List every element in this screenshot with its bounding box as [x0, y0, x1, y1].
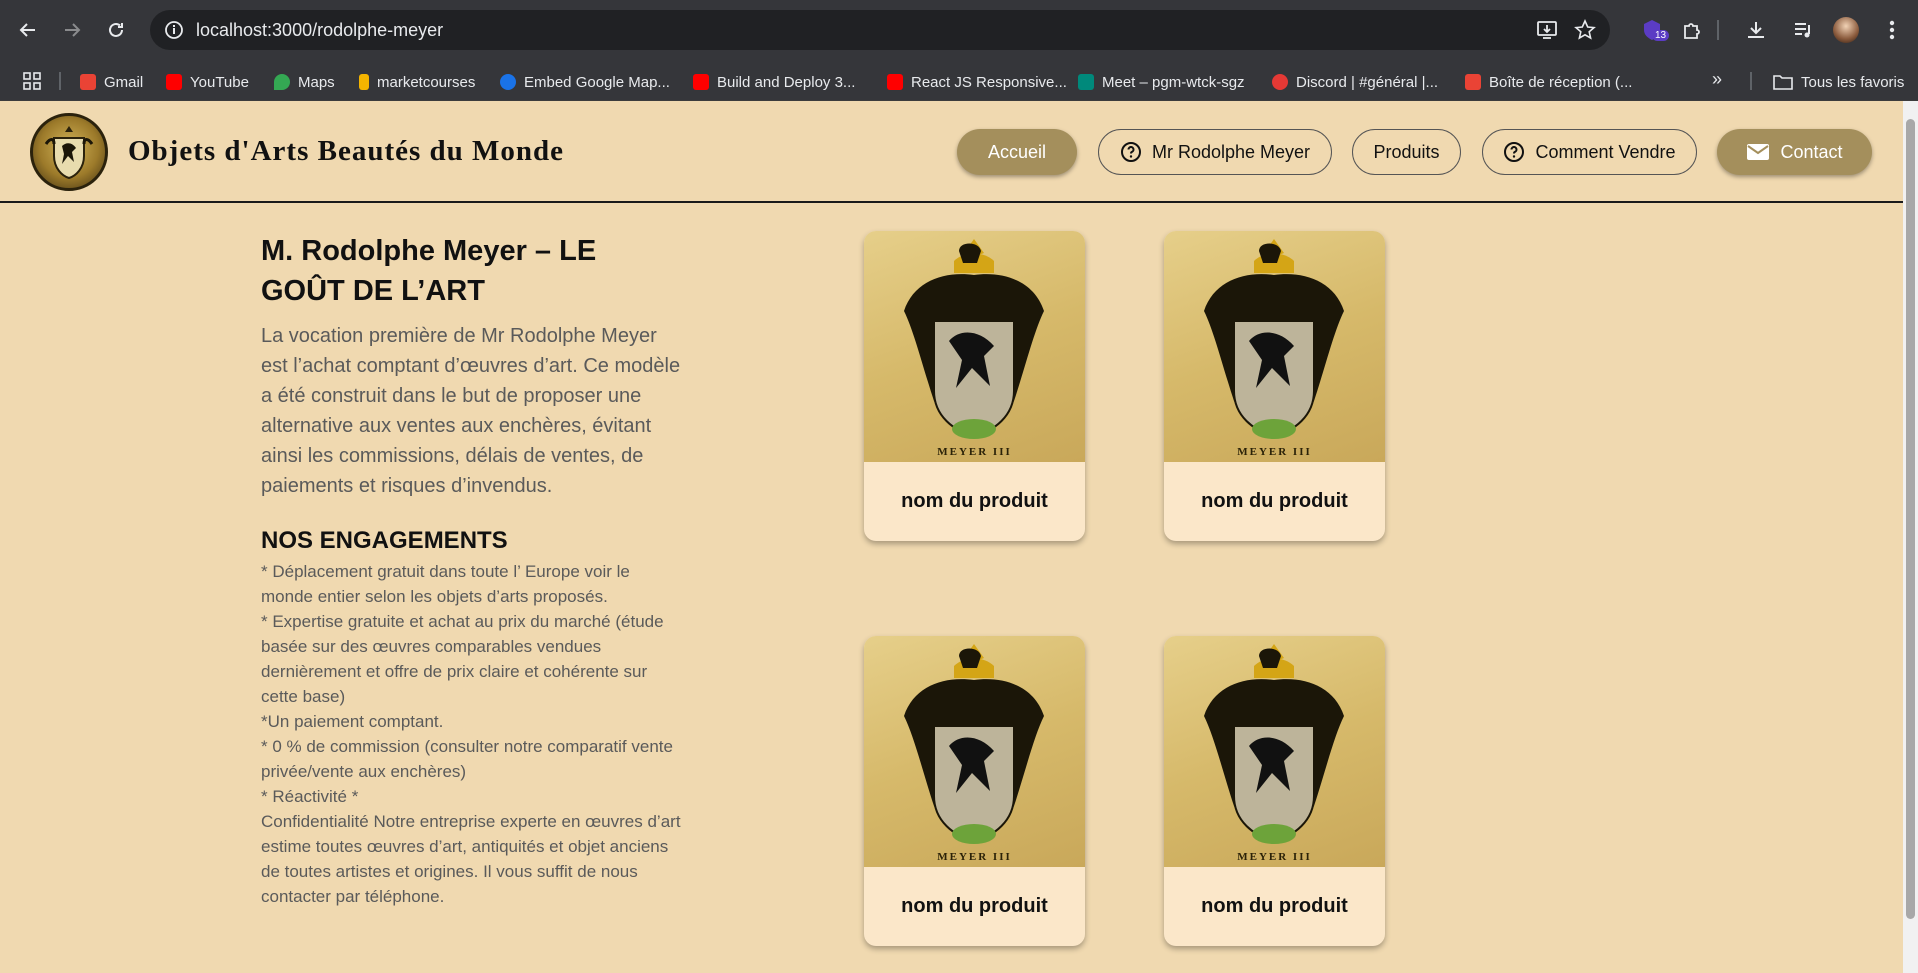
back-arrow-icon: [19, 23, 35, 37]
page-title: M. Rodolphe Meyer – LE GOÛT DE L’ART: [261, 235, 597, 307]
embed-e-icon: [500, 74, 516, 90]
product-card[interactable]: MEYER III nom du produit: [1164, 231, 1385, 541]
bookmark-marketcourses[interactable]: marketcourses: [359, 71, 475, 93]
bookmarks-divider-right: [1750, 72, 1752, 90]
nav-products-button[interactable]: Produits: [1352, 129, 1461, 175]
product-caption: MEYER III: [937, 446, 1012, 458]
folder-icon: [1773, 74, 1793, 90]
more-bookmarks-chevron-icon[interactable]: »: [1712, 69, 1722, 90]
nav-how-to-sell-button[interactable]: Comment Vendre: [1482, 129, 1697, 175]
site-logo[interactable]: [30, 113, 108, 191]
coat-of-arms-icon: [1204, 644, 1344, 844]
intro-paragraph: La vocation première de Mr Rodolphe Meye…: [261, 325, 681, 497]
product-image: MEYER III: [864, 636, 1085, 867]
product-name: nom du produit: [901, 490, 1048, 512]
bookmark-youtube[interactable]: YouTube: [166, 71, 249, 93]
product-card[interactable]: MEYER III nom du produit: [864, 636, 1085, 946]
more-vert-icon: [1889, 20, 1895, 40]
bookmark-react-responsive[interactable]: React JS Responsive...: [887, 71, 1067, 93]
product-image: MEYER III: [864, 231, 1085, 462]
mail-icon: [1746, 143, 1770, 161]
media-button[interactable]: [1785, 12, 1821, 48]
product-card[interactable]: MEYER III nom du produit: [864, 231, 1085, 541]
product-caption: MEYER III: [1237, 446, 1312, 458]
coat-of-arms-icon: [44, 126, 94, 180]
install-app-icon[interactable]: [1536, 20, 1558, 45]
youtube-icon: [887, 74, 903, 90]
bookmark-discord[interactable]: Discord | #général |...: [1272, 71, 1438, 93]
gmail-icon: [80, 74, 96, 90]
help-circle-icon: [1503, 141, 1525, 163]
apps-grid-icon[interactable]: [22, 71, 42, 96]
profile-avatar[interactable]: [1828, 12, 1864, 48]
bookmark-build-deploy[interactable]: Build and Deploy 3...: [693, 71, 855, 93]
site-info-icon[interactable]: [164, 20, 184, 45]
menu-button[interactable]: [1874, 12, 1910, 48]
address-bar[interactable]: localhost:3000/rodolphe-meyer: [150, 10, 1610, 50]
nav-home-button[interactable]: Accueil: [957, 129, 1077, 175]
bookmark-embed-maps[interactable]: Embed Google Map...: [500, 71, 670, 93]
coat-of-arms-icon: [1204, 239, 1344, 439]
engagements-heading: NOS ENGAGEMENTS: [261, 527, 508, 554]
reload-icon: [109, 22, 123, 37]
chart-bars-icon: [359, 74, 369, 90]
nav-about-button[interactable]: Mr Rodolphe Meyer: [1098, 129, 1332, 175]
product-image: MEYER III: [1164, 231, 1385, 462]
product-caption: MEYER III: [1237, 851, 1312, 863]
page-viewport: Objets d'Arts Beautés du Monde Accueil M…: [0, 101, 1903, 973]
maps-pin-icon: [274, 74, 290, 90]
forward-button[interactable]: [54, 12, 90, 48]
extension-badge-count: 13: [1652, 30, 1670, 41]
engagements-text: * Déplacement gratuit dans toute l’ Euro…: [261, 562, 681, 906]
playlist-icon: [1795, 23, 1810, 38]
youtube-icon: [693, 74, 709, 90]
browser-toolbar: localhost:3000/rodolphe-meyer 13: [0, 0, 1918, 61]
product-name: nom du produit: [1201, 895, 1348, 917]
site-header: Objets d'Arts Beautés du Monde Accueil M…: [0, 101, 1903, 203]
about-section: M. Rodolphe Meyer – LE GOÛT DE L’ART La …: [261, 231, 681, 909]
site-title[interactable]: Objets d'Arts Beautés du Monde: [128, 135, 564, 168]
back-button[interactable]: [10, 12, 46, 48]
meet-icon: [1078, 74, 1094, 90]
gmail-icon: [1465, 74, 1481, 90]
bookmark-maps[interactable]: Maps: [274, 71, 335, 93]
bookmarks-divider: [59, 72, 61, 90]
reload-button[interactable]: [98, 12, 134, 48]
bookmark-inbox[interactable]: Boîte de réception (...: [1465, 71, 1632, 93]
product-card[interactable]: MEYER III nom du produit: [1164, 636, 1385, 946]
youtube-icon: [166, 74, 182, 90]
extensions-button[interactable]: [1674, 12, 1710, 48]
url-text: localhost:3000/rodolphe-meyer: [196, 19, 444, 40]
toolbar-divider: [1717, 20, 1719, 40]
extension-icon-badge[interactable]: 13: [1634, 12, 1670, 48]
bookmark-star-icon[interactable]: [1574, 19, 1596, 46]
product-caption: MEYER III: [937, 851, 1012, 863]
coat-of-arms-icon: [904, 239, 1044, 439]
avatar-image: [1833, 17, 1859, 43]
bookmark-meet[interactable]: Meet – pgm-wtck-sgz: [1078, 71, 1245, 93]
downloads-button[interactable]: [1738, 12, 1774, 48]
nav-contact-button[interactable]: Contact: [1717, 129, 1872, 175]
forward-arrow-icon: [65, 23, 81, 37]
product-name: nom du produit: [1201, 490, 1348, 512]
discord-icon: [1272, 74, 1288, 90]
product-name: nom du produit: [901, 895, 1048, 917]
product-image: MEYER III: [1164, 636, 1385, 867]
coat-of-arms-icon: [904, 644, 1044, 844]
bookmarks-bar: Gmail YouTube Maps marketcourses Embed G…: [0, 61, 1918, 101]
help-circle-icon: [1120, 141, 1142, 163]
puzzle-icon: [1684, 23, 1700, 39]
all-bookmarks-folder[interactable]: Tous les favoris: [1773, 71, 1904, 93]
bookmark-gmail[interactable]: Gmail: [80, 71, 143, 93]
scrollbar-thumb[interactable]: [1906, 119, 1915, 919]
download-icon: [1748, 22, 1764, 38]
page-scrollbar[interactable]: [1903, 101, 1918, 973]
